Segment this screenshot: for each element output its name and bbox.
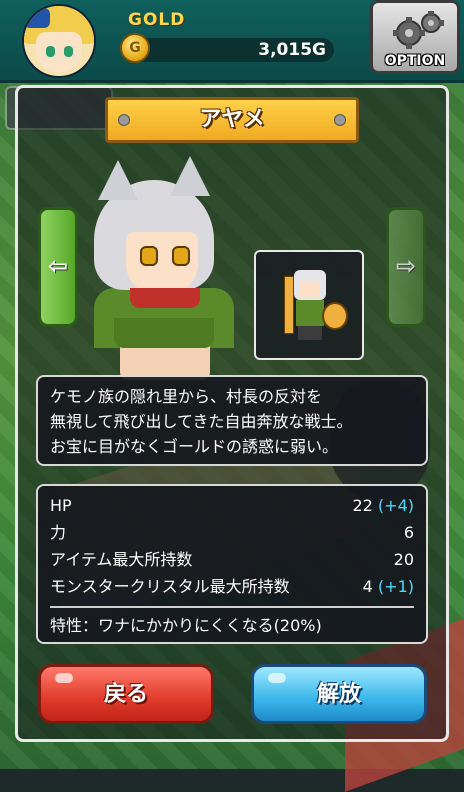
stat-row-power: 力 6 [50, 519, 414, 546]
character-portrait [80, 150, 240, 380]
sprite-body [296, 300, 324, 326]
stat-bonus: (+4) [377, 496, 414, 515]
avatar-eye [46, 46, 55, 57]
character-stats: HP 22 (+4) 力 6 アイテム最大所持数 20 モンスタークリスタル最大… [36, 484, 428, 644]
arrow-right-icon: ⇨ [395, 252, 417, 280]
next-character-button[interactable]: ⇨ [386, 207, 426, 327]
player-avatar[interactable] [22, 4, 96, 78]
stat-label: アイテム最大所持数 [50, 550, 193, 569]
portrait-collar [130, 288, 200, 308]
stat-label: 力 [50, 523, 67, 542]
previous-character-button[interactable]: ⇦ [38, 207, 78, 327]
release-button-label: 解放 [316, 682, 361, 707]
gold-counter: 3,015G [130, 38, 334, 62]
character-description: ケモノ族の隠れ里から、村長の反対を 無視して飛び出してきた自由奔放な戦士。 お宝… [36, 375, 428, 466]
portrait-eye [172, 246, 190, 266]
gear-icon [393, 11, 444, 49]
description-line: ケモノ族の隠れ里から、村長の反対を [50, 387, 323, 406]
release-button[interactable]: 解放 [251, 664, 427, 724]
gold-coin-icon: G [120, 33, 150, 63]
stat-label: HP [50, 496, 72, 515]
nail-icon [334, 114, 346, 126]
arrow-left-icon: ⇦ [47, 252, 69, 280]
stats-divider [50, 606, 414, 608]
button-highlight [55, 673, 73, 683]
sprite-sword-icon [284, 276, 294, 334]
stat-value: 22 (+4) [352, 492, 414, 519]
character-name: アヤメ [199, 107, 265, 132]
button-highlight [268, 673, 286, 683]
stat-value: 20 [393, 550, 414, 569]
sprite-legs [298, 326, 322, 340]
stat-label: モンスタークリスタル最大所持数 [50, 577, 290, 596]
stat-row-hp: HP 22 (+4) [50, 492, 414, 519]
gold-label: GOLD [128, 10, 186, 30]
gold-value: 3,015G [258, 40, 326, 60]
stat-value: 6 [403, 523, 414, 542]
avatar-ribbon [24, 8, 50, 28]
portrait-top [114, 318, 214, 348]
stat-row-crystal-capacity: モンスタークリスタル最大所持数 4 (+1) [50, 573, 414, 600]
portrait-eye [140, 246, 158, 266]
portrait-cat-ear [98, 160, 138, 200]
character-sprite-preview [254, 250, 364, 360]
back-button[interactable]: 戻る [38, 664, 214, 724]
stat-row-item-capacity: アイテム最大所持数 20 [50, 546, 414, 573]
option-label: OPTION [384, 53, 446, 69]
portrait-cat-ear [170, 156, 210, 196]
stat-value: 4 (+1) [363, 573, 414, 600]
character-trait: 特性：ワナにかかりにくくなる(20%) [50, 616, 322, 635]
avatar-face [36, 32, 82, 72]
sprite-face [300, 282, 320, 298]
character-name-plate: アヤメ [105, 97, 359, 143]
avatar-eye [64, 46, 73, 57]
option-button[interactable]: OPTION [370, 0, 460, 74]
description-line: お宝に目がなくゴールドの誘惑に弱い。 [50, 437, 339, 456]
stat-number: 22 [352, 496, 373, 515]
description-line: 無視して飛び出してきた自由奔放な戦士。 [50, 412, 353, 431]
stat-number: 4 [362, 577, 373, 596]
top-bar: GOLD 3,015G G OPTION [0, 0, 464, 83]
stat-bonus: (+1) [377, 577, 414, 596]
sprite-shield-icon [322, 302, 348, 330]
back-button-label: 戻る [103, 682, 148, 707]
nail-icon [118, 114, 130, 126]
